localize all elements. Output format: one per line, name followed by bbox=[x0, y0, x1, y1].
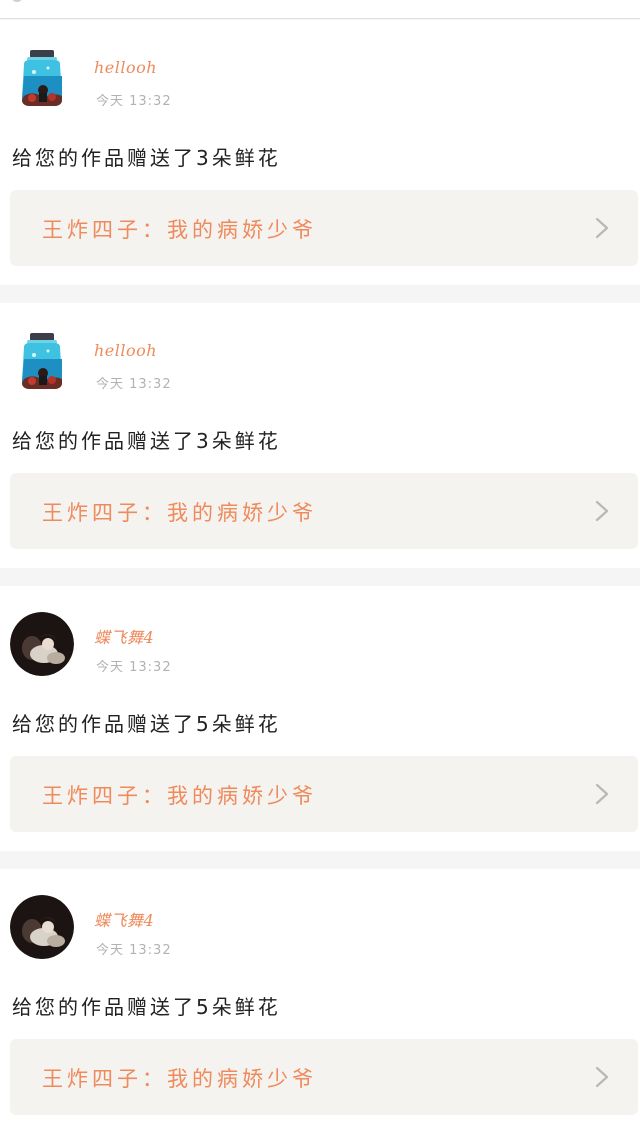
timestamp: 今天 13:32 bbox=[96, 660, 172, 675]
dark-photo-avatar-icon[interactable] bbox=[10, 612, 74, 676]
notification-card: hellooh 今天 13:32 给您的作品赠送了3朵鲜花 王炸四子：我的病娇少… bbox=[0, 20, 640, 285]
gift-message: 给您的作品赠送了5朵鲜花 bbox=[12, 995, 281, 1019]
notification-card: hellooh 今天 13:32 给您的作品赠送了3朵鲜花 王炸四子：我的病娇少… bbox=[0, 303, 640, 568]
dark-photo-avatar-icon[interactable] bbox=[10, 895, 74, 959]
work-link[interactable]: 王炸四子：我的病娇少爷 bbox=[10, 756, 638, 832]
chevron-right-icon bbox=[592, 217, 612, 239]
timestamp: 今天 13:32 bbox=[96, 94, 172, 109]
notification-card: 蝶飞舞4 今天 13:32 给您的作品赠送了5朵鲜花 王炸四子：我的病娇少爷 bbox=[0, 586, 640, 851]
gift-message: 给您的作品赠送了3朵鲜花 bbox=[12, 146, 281, 170]
notification-card: 蝶飞舞4 今天 13:32 给您的作品赠送了5朵鲜花 王炸四子：我的病娇少爷 bbox=[0, 869, 640, 1134]
work-link[interactable]: 王炸四子：我的病娇少爷 bbox=[10, 1039, 638, 1115]
work-link[interactable]: 王炸四子：我的病娇少爷 bbox=[10, 190, 638, 266]
top-bar bbox=[0, 0, 640, 19]
chevron-right-icon bbox=[592, 783, 612, 805]
gift-message: 给您的作品赠送了5朵鲜花 bbox=[12, 712, 281, 736]
work-link[interactable]: 王炸四子：我的病娇少爷 bbox=[10, 473, 638, 549]
jar-avatar-icon[interactable] bbox=[10, 46, 74, 110]
gift-message: 给您的作品赠送了3朵鲜花 bbox=[12, 429, 281, 453]
work-title: 王炸四子：我的病娇少爷 bbox=[42, 1067, 317, 1091]
username[interactable]: 蝶飞舞4 bbox=[94, 624, 154, 648]
work-title: 王炸四子：我的病娇少爷 bbox=[42, 784, 317, 808]
top-bar-fragment bbox=[12, 0, 22, 2]
username[interactable]: 蝶飞舞4 bbox=[94, 907, 154, 931]
chevron-right-icon bbox=[592, 500, 612, 522]
username[interactable]: hellooh bbox=[94, 341, 157, 360]
work-title: 王炸四子：我的病娇少爷 bbox=[42, 218, 317, 242]
jar-avatar-icon[interactable] bbox=[10, 329, 74, 393]
timestamp: 今天 13:32 bbox=[96, 943, 172, 958]
chevron-right-icon bbox=[592, 1066, 612, 1088]
work-title: 王炸四子：我的病娇少爷 bbox=[42, 501, 317, 525]
username[interactable]: hellooh bbox=[94, 58, 157, 77]
timestamp: 今天 13:32 bbox=[96, 377, 172, 392]
